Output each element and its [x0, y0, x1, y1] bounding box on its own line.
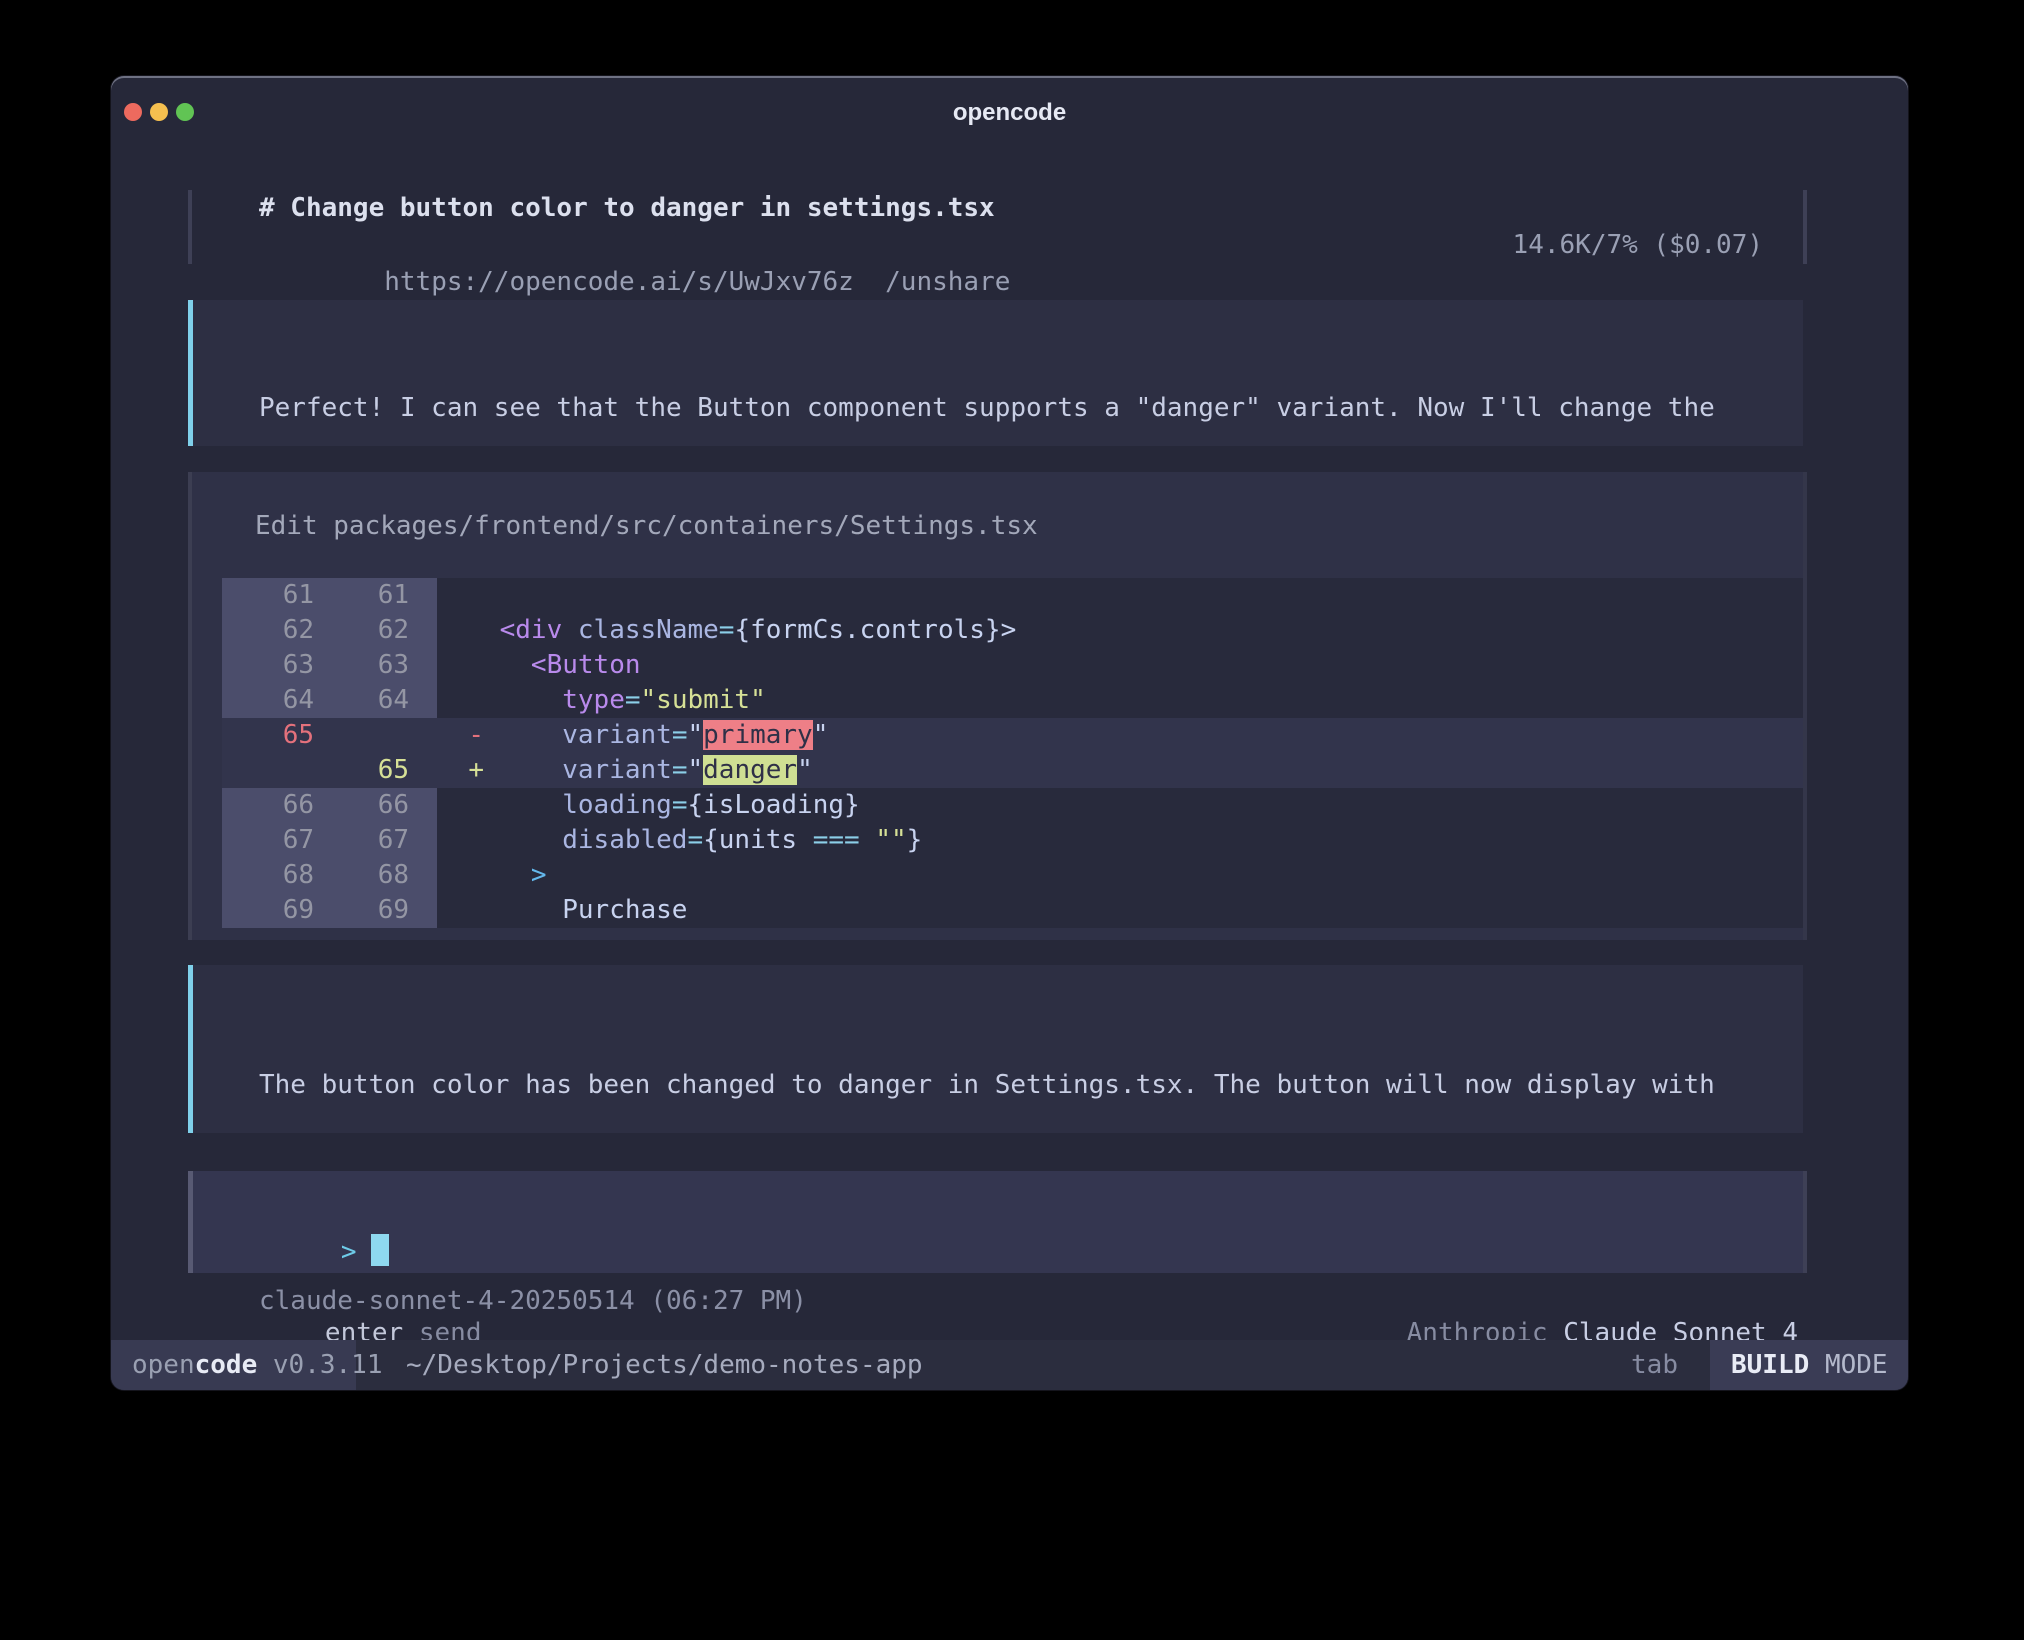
diff-code-line: disabled={units === ""} [437, 823, 1803, 858]
app-version: v0.3.11 [273, 1350, 383, 1380]
diff-line-numbers: 65 [222, 753, 437, 788]
app-name-bold: code [195, 1350, 258, 1380]
diff-code-line: <Button [437, 648, 1803, 683]
diff-line-numbers: 6363 [222, 648, 437, 683]
diff-line-numbers: 6262 [222, 613, 437, 648]
diff-code-line: type="submit" [437, 683, 1803, 718]
diff-row: 6161 [192, 578, 1803, 613]
diff-row: 6969 Purchase [192, 893, 1803, 928]
session-share-url[interactable]: https://opencode.ai/s/UwJxv76z [384, 267, 854, 297]
diff-code-line [437, 578, 1803, 613]
mode-name: BUILD [1731, 1350, 1809, 1380]
input-hint-row: enter send Anthropic Claude Sonnet 4 [231, 1279, 1798, 1315]
diff-code-line: + variant="danger" [437, 753, 1803, 788]
assistant-message: The button color has been changed to dan… [188, 965, 1803, 1133]
token-cost-stats: 14.6K/7% ($0.07) [1513, 227, 1763, 264]
message-line: Perfect! I can see that the Button compo… [193, 390, 1803, 426]
diff-line-numbers: 6969 [222, 893, 437, 928]
diff-row: 6363 <Button [192, 648, 1803, 683]
diff-code-line: - variant="primary" [437, 718, 1803, 753]
assistant-message: Perfect! I can see that the Button compo… [188, 300, 1803, 446]
prompt-input[interactable]: > [188, 1171, 1807, 1273]
diff-code-line: Purchase [437, 893, 1803, 928]
session-header: # Change button color to danger in setti… [188, 190, 1807, 264]
diff-line-numbers: 6464 [222, 683, 437, 718]
text-cursor [371, 1234, 389, 1266]
message-line: The button color has been changed to dan… [193, 1067, 1803, 1103]
edit-file-header: Edit packages/frontend/src/containers/Se… [192, 472, 1803, 544]
titlebar: opencode [111, 76, 1908, 148]
diff-row: 6666 loading={isLoading} [192, 788, 1803, 823]
diff-code-line: loading={isLoading} [437, 788, 1803, 823]
app-version-badge: opencode v0.3.11 [111, 1340, 356, 1390]
mode-label: MODE [1825, 1350, 1888, 1380]
diff-code-line: > [437, 858, 1803, 893]
diff-code-line: <div className={formCs.controls}> [437, 613, 1803, 648]
diff-row: 6868 > [192, 858, 1803, 893]
screen: opencode # Change button color to danger… [0, 0, 2024, 1534]
diff-row: 65 + variant="danger" [192, 753, 1803, 788]
opencode-window: opencode # Change button color to danger… [111, 76, 1908, 1390]
diff-row: 6262 <div className={formCs.controls}> [192, 613, 1803, 648]
diff-line-numbers: 6666 [222, 788, 437, 823]
diff-view: 61616262 <div className={formCs.controls… [192, 578, 1803, 928]
diff-line-numbers: 65 [222, 718, 437, 753]
workspace-path: ~/Desktop/Projects/demo-notes-app [406, 1340, 923, 1390]
tab-key-hint[interactable]: tab [1631, 1340, 1678, 1390]
mode-badge: BUILD MODE [1710, 1340, 1908, 1390]
prompt-symbol: > [341, 1237, 357, 1267]
diff-row: 65 - variant="primary" [192, 718, 1803, 753]
edit-tool-panel: Edit packages/frontend/src/containers/Se… [188, 472, 1807, 940]
session-title: # Change button color to danger in setti… [192, 190, 1803, 227]
diff-line-numbers: 6767 [222, 823, 437, 858]
diff-row: 6767 disabled={units === ""} [192, 823, 1803, 858]
status-bar: opencode v0.3.11 ~/Desktop/Projects/demo… [111, 1340, 1908, 1390]
diff-line-numbers: 6161 [222, 578, 437, 613]
window-title: opencode [111, 76, 1908, 148]
diff-line-numbers: 6868 [222, 858, 437, 893]
unshare-command[interactable]: /unshare [885, 267, 1010, 297]
diff-row: 6464 type="submit" [192, 683, 1803, 718]
